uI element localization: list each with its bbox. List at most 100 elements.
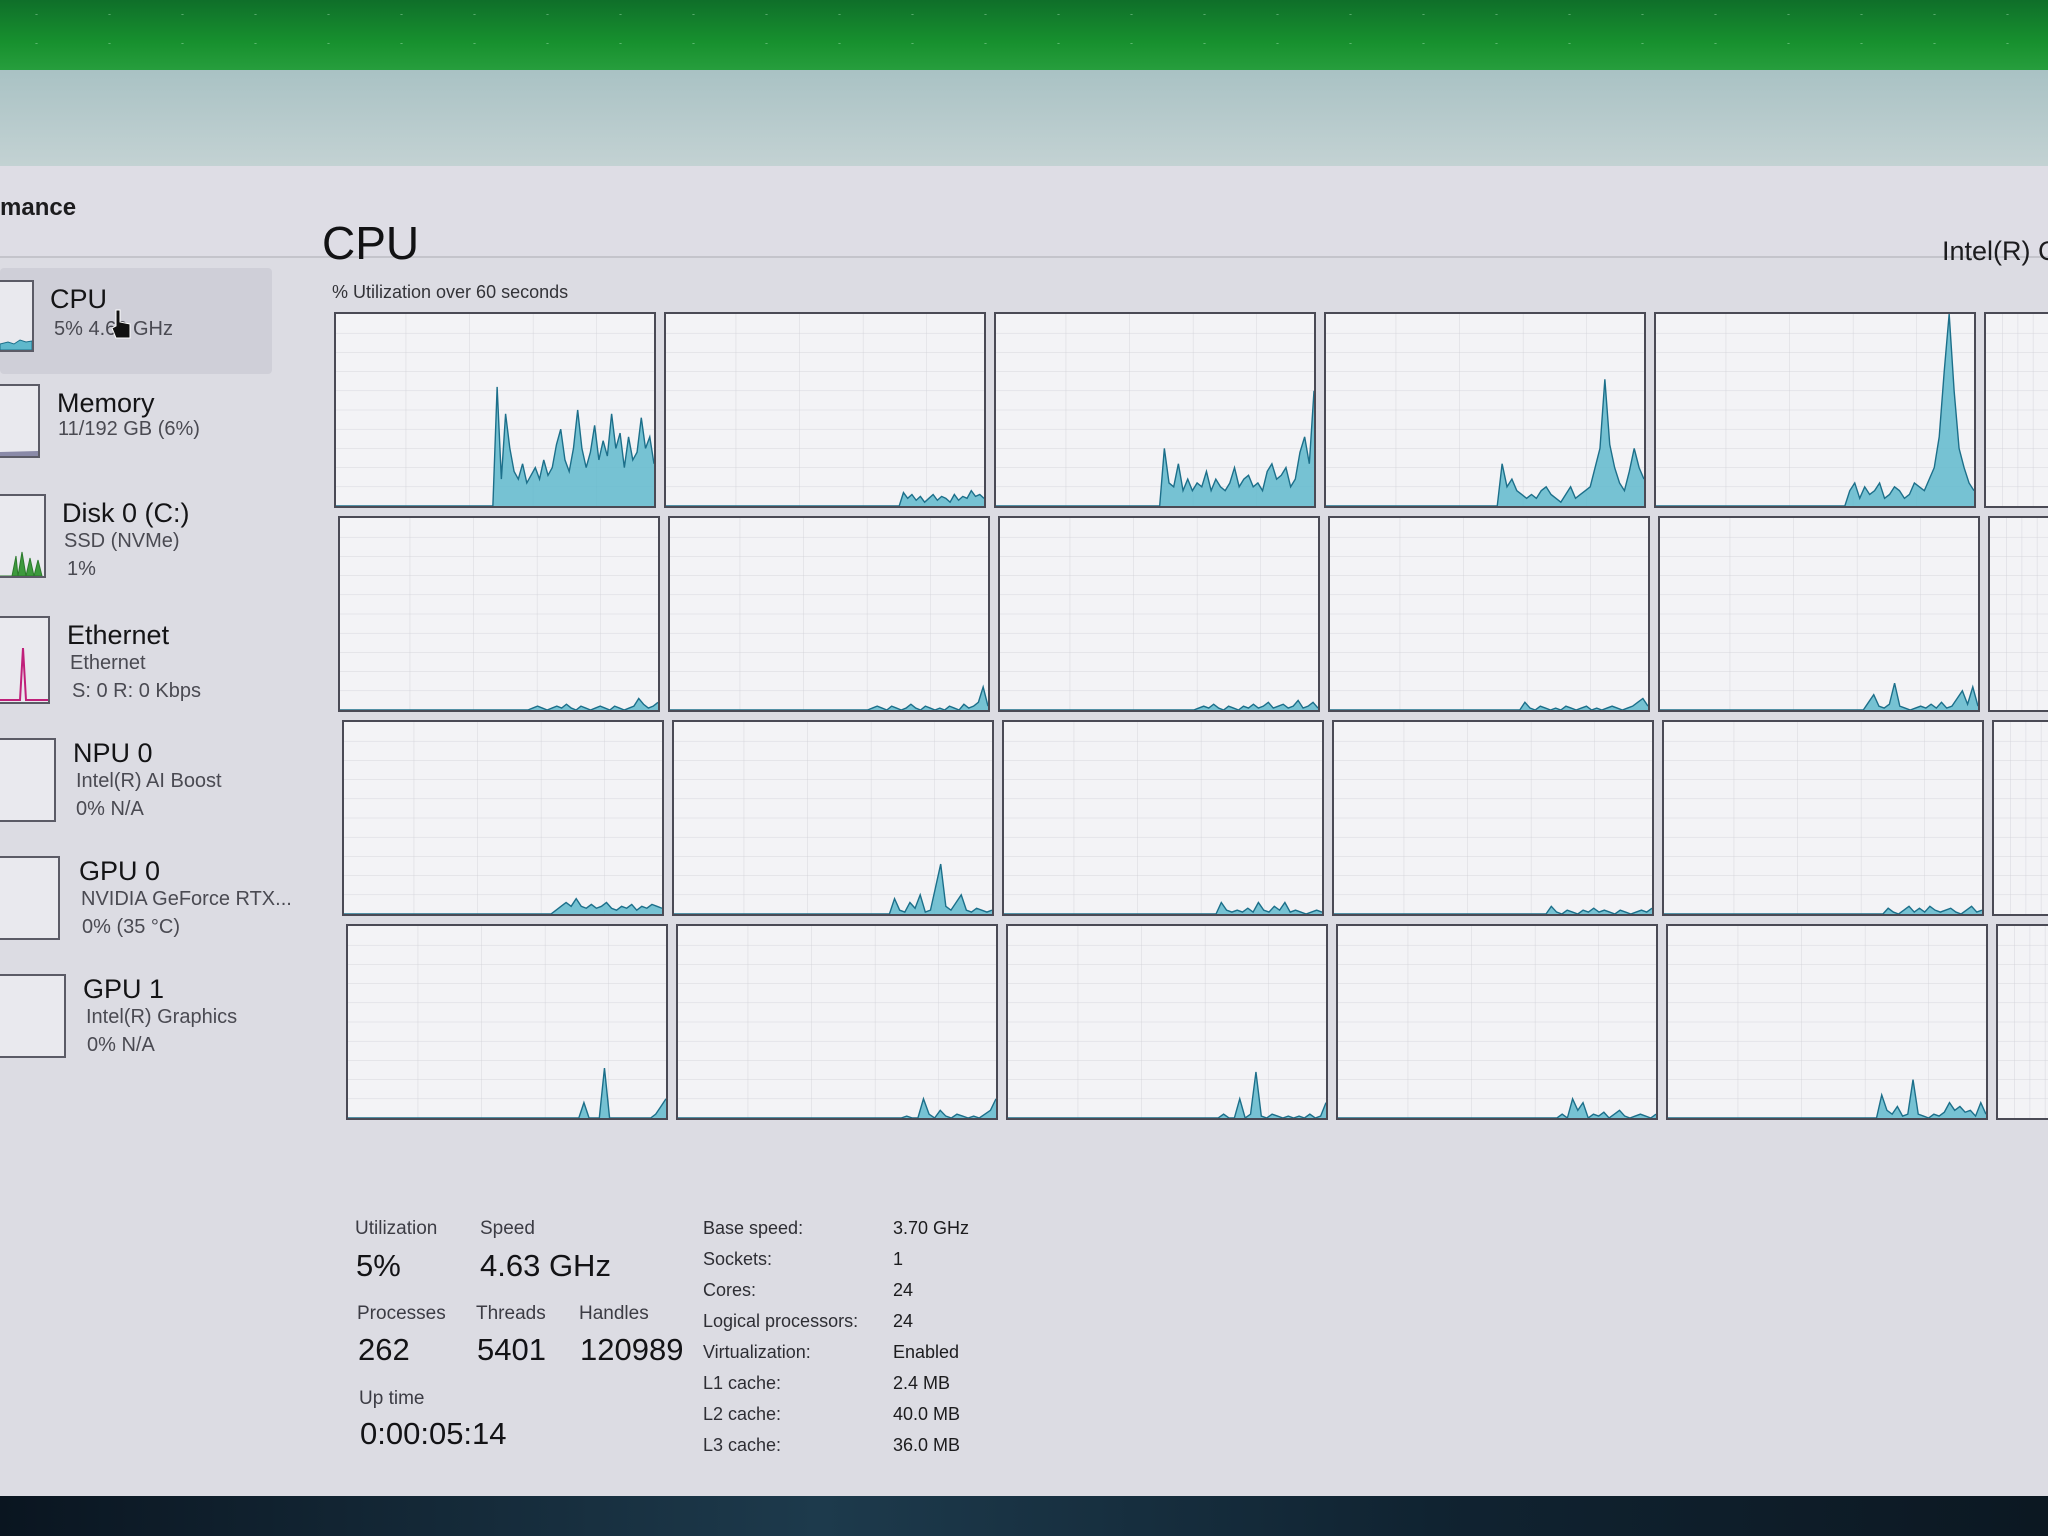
cpu-core-utilization-line	[1338, 1099, 1656, 1118]
sidebar-item-detail: 1%	[67, 558, 96, 580]
npu-thumbnail-graph	[0, 738, 56, 822]
cpu-core-utilization-area	[348, 1068, 666, 1118]
resource-sidebar: CPU 5% 4.63 GHz Memory 11/192 GB (6%) Di…	[0, 186, 292, 1086]
cpu-core-graph-9	[1658, 516, 1980, 712]
sidebar-item-detail: 0% (35 °C)	[82, 916, 181, 938]
cpu-core-graph-0	[334, 312, 656, 508]
memory-thumbnail-graph	[0, 384, 40, 458]
processes-label: Processes	[357, 1303, 446, 1324]
cpu-core-graph-1	[664, 312, 986, 508]
uptime-label: Up time	[359, 1388, 425, 1409]
sidebar-item-title: Memory	[57, 388, 155, 418]
sidebar-item-subtitle: Intel(R) AI Boost	[76, 770, 222, 792]
sidebar-item-disk-0[interactable]: Disk 0 (C:) SSD (NVMe) 1%	[0, 488, 272, 592]
sidebar-item-subtitle: Ethernet	[70, 652, 146, 674]
spec-label-l2-cache: L2 cache:	[703, 1404, 782, 1424]
uptime-value: 0:00:05:14	[360, 1416, 507, 1451]
cpu-core-graph-14	[1662, 720, 1984, 916]
cpu-core-utilization-line	[340, 698, 658, 710]
sidebar-item-subtitle: SSD (NVMe)	[64, 530, 180, 552]
sidebar-item-subtitle: Intel(R) Graphics	[86, 1006, 238, 1028]
cpu-core-graph-18	[1336, 924, 1658, 1120]
threads-label: Threads	[476, 1303, 546, 1324]
spec-value-l1-cache: 2.4 MB	[893, 1373, 951, 1393]
spec-label-base-speed: Base speed:	[703, 1218, 804, 1238]
cpu-core-graph-partial	[1984, 312, 2048, 508]
spec-value-cores: 24	[893, 1280, 914, 1300]
cpu-core-graph-5	[338, 516, 660, 712]
cpu-core-graph-16	[676, 924, 998, 1120]
spec-label-cores: Cores:	[703, 1280, 757, 1300]
sidebar-item-memory[interactable]: Memory 11/192 GB (6%)	[0, 376, 272, 480]
sidebar-item-detail: S: 0 R: 0 Kbps	[72, 680, 201, 702]
cpu-core-graph-13	[1332, 720, 1654, 916]
cpu-core-utilization-area	[1008, 1071, 1326, 1118]
sidebar-item-subtitle: 11/192 GB (6%)	[58, 418, 200, 440]
speed-label: Speed	[480, 1218, 535, 1239]
sidebar-item-title: Ethernet	[67, 620, 170, 650]
cpu-core-graph-4	[1654, 312, 1976, 508]
sidebar-item-detail: 0% N/A	[87, 1034, 155, 1056]
cpu-core-graph-6	[668, 516, 990, 712]
taskbar	[0, 1496, 2048, 1536]
spec-label-l1-cache: L1 cache:	[703, 1373, 782, 1393]
cpu-core-graph-partial	[1988, 516, 2048, 712]
cpu-core-utilization-line	[670, 687, 988, 710]
cpu-core-graph-10	[342, 720, 664, 916]
cpu-core-graph-7	[998, 516, 1320, 712]
spec-value-logical-processors: 24	[893, 1311, 914, 1331]
page-header	[0, 166, 2048, 258]
mouse-pointer-icon	[111, 309, 131, 339]
cpu-core-utilization-area	[678, 1098, 996, 1118]
cpu-core-graph-3	[1324, 312, 1646, 508]
spec-label-l3-cache: L3 cache:	[703, 1435, 782, 1455]
cpu-core-graph-17	[1006, 924, 1328, 1120]
cpu-core-utilization-area	[1004, 902, 1322, 914]
threads-value: 5401	[477, 1332, 546, 1367]
spec-value-virtualization: Enabled	[893, 1342, 960, 1362]
spec-label-virtualization: Virtualization:	[703, 1342, 811, 1362]
sidebar-item-gpu-1[interactable]: GPU 1 Intel(R) Graphics 0% N/A	[0, 962, 272, 1066]
title-bar	[0, 70, 2048, 166]
cpu-core-utilization-area	[1660, 683, 1978, 710]
sidebar-item-npu-0[interactable]: NPU 0 Intel(R) AI Boost 0% N/A	[0, 726, 272, 830]
spec-value-l2-cache: 40.0 MB	[893, 1404, 961, 1424]
spec-value-l3-cache: 36.0 MB	[893, 1435, 961, 1455]
cpu-core-utilization-line	[348, 1068, 666, 1118]
handles-label: Handles	[579, 1303, 649, 1324]
cpu-core-graph-12	[1002, 720, 1324, 916]
utilization-label: Utilization	[355, 1218, 438, 1239]
cpu-core-utilization-line	[678, 1099, 996, 1118]
sidebar-item-title: NPU 0	[73, 738, 153, 768]
sidebar-item-gpu-0[interactable]: GPU 0 NVIDIA GeForce RTX... 0% (35 °C)	[0, 844, 292, 948]
logical-processor-graphs	[334, 312, 2048, 1172]
cpu-core-graph-partial	[1992, 720, 2048, 916]
sidebar-item-title: CPU	[50, 284, 108, 314]
cpu-core-graph-2	[994, 312, 1316, 508]
graph-caption: % Utilization over 60 seconds	[332, 282, 569, 302]
utilization-value: 5%	[356, 1248, 401, 1283]
cpu-core-graph-11	[672, 720, 994, 916]
ethernet-thumbnail-graph	[0, 616, 50, 704]
sidebar-item-title: GPU 1	[83, 974, 165, 1004]
cpu-core-utilization-area	[1338, 1098, 1656, 1118]
cpu-core-utilization-line	[1008, 1072, 1326, 1118]
spec-label-logical-processors: Logical processors:	[703, 1311, 859, 1331]
processes-value: 262	[358, 1332, 410, 1367]
page-title: CPU	[322, 217, 420, 269]
sidebar-item-detail: 0% N/A	[76, 798, 144, 820]
cpu-core-utilization-area	[340, 698, 658, 710]
cpu-model-name: Intel(R) C	[1942, 236, 2048, 266]
sidebar-item-ethernet[interactable]: Ethernet Ethernet S: 0 R: 0 Kbps	[0, 608, 272, 712]
spec-label-sockets: Sockets:	[703, 1249, 773, 1269]
handles-value: 120989	[580, 1332, 684, 1367]
cpu-core-utilization-area	[1330, 698, 1648, 710]
cpu-thumbnail-graph	[0, 280, 34, 352]
sidebar-item-cpu[interactable]: CPU 5% 4.63 GHz	[0, 268, 272, 374]
disk-thumbnail-graph	[0, 494, 46, 578]
cpu-core-graph-15	[346, 924, 668, 1120]
cpu-core-graph-19	[1666, 924, 1988, 1120]
cpu-core-utilization-line	[1330, 698, 1648, 710]
sidebar-item-title: Disk 0 (C:)	[62, 498, 190, 528]
cpu-core-utilization-area	[670, 686, 988, 710]
